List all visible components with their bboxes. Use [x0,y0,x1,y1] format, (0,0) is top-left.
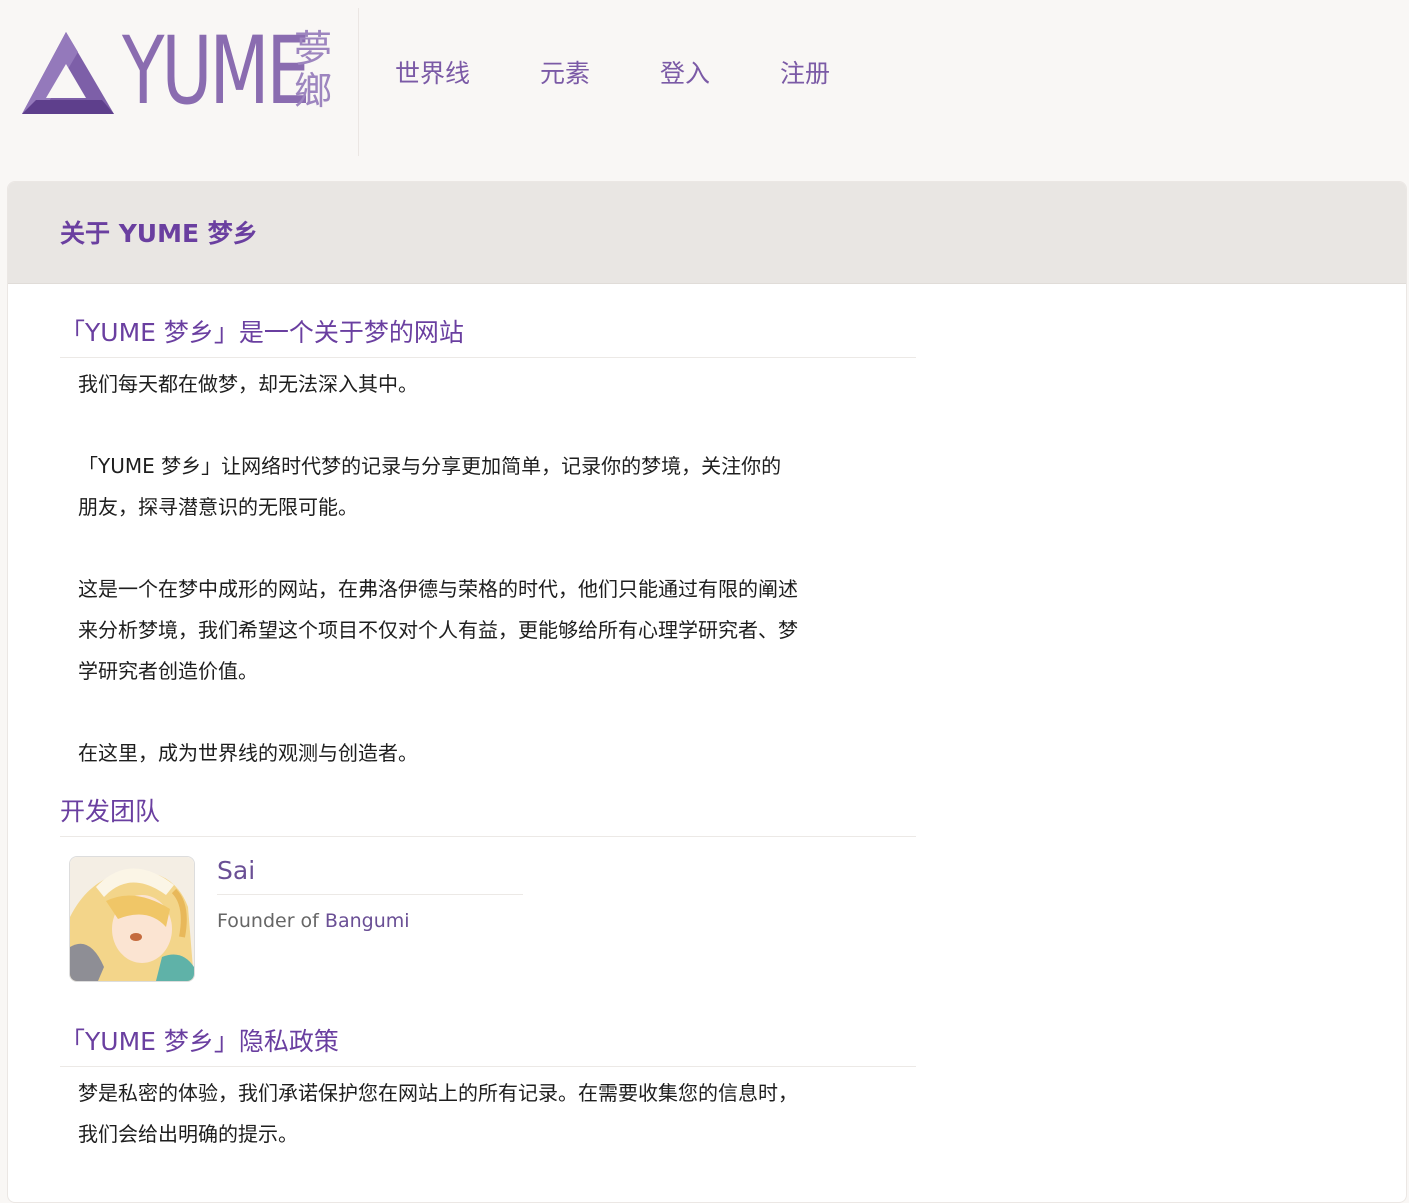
nav-elements[interactable]: 元素 [540,56,590,92]
member-avatar[interactable] [69,856,195,982]
logo-chinese: 夢 鄉 [294,28,332,112]
triangle-logo-icon [20,30,116,120]
about-paragraph-3-line-1: 这是一个在梦中成形的网站，在弗洛伊德与荣格的时代，他们只能通过有限的阐述 [78,577,798,601]
about-section-title: 「YUME 梦乡」是一个关于梦的网站 [60,312,916,358]
site-header: YUME 夢 鄉 世界线 元素 登入 注册 [0,0,1409,160]
bangumi-link[interactable]: Bangumi [325,910,410,932]
about-paragraph-4: 在这里，成为世界线的观测与创造者。 [78,741,418,765]
nav-register[interactable]: 注册 [780,56,830,92]
logo-chinese-bottom: 鄉 [294,69,333,113]
about-paragraph-3-line-2: 来分析梦境，我们希望这个项目不仅对个人有益，更能够给所有心理学研究者、梦 [78,618,798,642]
member-role-text: Founder of [217,910,325,932]
privacy-line-1: 梦是私密的体验，我们承诺保护您在网站上的所有记录。在需要收集您的信息时， [78,1081,798,1105]
privacy-section-title: 「YUME 梦乡」隐私政策 [60,1021,916,1067]
privacy-line-2: 我们会给出明确的提示。 [78,1122,298,1146]
about-paragraph-2-line-1: 「YUME 梦乡」让网络时代梦的记录与分享更加简单，记录你的梦境，关注你的 [78,454,782,478]
about-paragraph-3-line-3: 学研究者创造价值。 [78,659,258,683]
site-logo[interactable]: YUME 夢 鄉 [18,8,359,156]
about-paragraph-2-line-2: 朋友，探寻潜意识的无限可能。 [78,495,358,519]
nav-login[interactable]: 登入 [660,56,710,92]
logo-wordmark: YUME [122,17,310,126]
about-content: 「YUME 梦乡」是一个关于梦的网站 我们每天都在做梦，却无法深入其中。 「YU… [60,312,916,1155]
page-title: 关于 YUME 梦乡 [60,219,258,248]
about-paragraph-1: 我们每天都在做梦，却无法深入其中。 [78,372,418,396]
nav-worldline[interactable]: 世界线 [395,56,470,92]
card-header: 关于 YUME 梦乡 [8,182,1406,284]
about-card: 关于 YUME 梦乡 「YUME 梦乡」是一个关于梦的网站 我们每天都在做梦，却… [7,181,1407,1203]
team-section-title: 开发团队 [60,791,916,837]
team-member: Sai Founder of Bangumi [60,837,916,1021]
member-role: Founder of Bangumi [217,905,410,937]
logo-chinese-top: 夢 [294,27,333,71]
member-name[interactable]: Sai [217,852,523,895]
main-nav: 世界线 元素 登入 注册 [395,56,900,92]
